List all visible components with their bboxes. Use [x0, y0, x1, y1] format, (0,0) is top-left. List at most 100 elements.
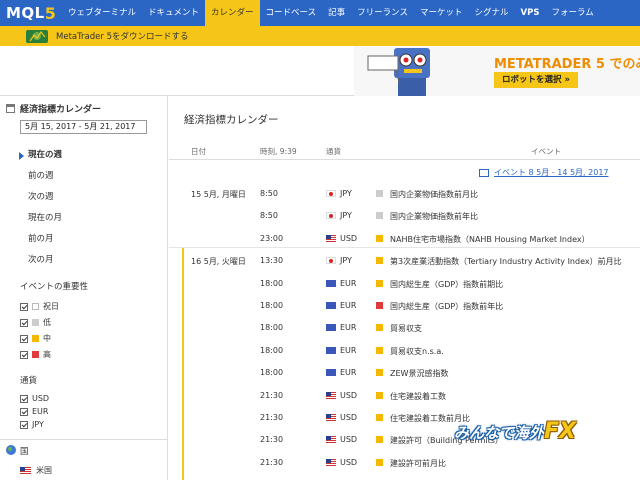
importance-label: 低	[43, 318, 51, 327]
row-event: 国内総生産（GDP）指数前年比	[390, 302, 504, 311]
row-time: 21:30	[260, 413, 284, 422]
top-nav: MQL 5 ウェブターミナル ドキュメント カレンダー コードベース 記事 フリーランス マー…	[0, 0, 640, 26]
row-currency: JPY	[340, 189, 352, 198]
nav-item[interactable]: コードベース	[260, 0, 323, 26]
back-arrow-icon	[479, 168, 489, 177]
period-next-month[interactable]: 次の月	[28, 253, 54, 265]
nav-item[interactable]: マーケット	[414, 0, 469, 26]
date-range-input[interactable]: 5月 15, 2017 - 5月 21, 2017	[20, 120, 147, 134]
col-currency[interactable]: 通貨	[326, 146, 341, 157]
col-event[interactable]: イベント	[531, 146, 561, 157]
row-currency: EUR	[340, 368, 357, 378]
col-date[interactable]: 日付	[191, 146, 206, 157]
eu-flag-icon	[326, 369, 336, 377]
promo-banner[interactable]: METATRADER 5 でのみ ロボットを選択 »	[354, 46, 640, 96]
row-event: 住宅建設着工数	[390, 391, 446, 401]
watermark-text: みんなで海外FX	[454, 419, 576, 444]
currency-eur[interactable]: EUR	[20, 407, 48, 416]
importance-high[interactable]: 高	[20, 349, 51, 360]
importance-medium[interactable]: 中	[20, 333, 51, 344]
watermark-main: みんなで海外	[454, 424, 545, 442]
nav-item[interactable]: シグナル	[469, 0, 515, 26]
importance-holiday[interactable]: 祝日	[20, 301, 59, 312]
nav-item[interactable]: フリーランス	[351, 0, 414, 26]
nav-items: ウェブターミナル ドキュメント カレンダー コードベース 記事 フリーランス マーケット シグ…	[62, 0, 600, 26]
jp-flag-icon	[326, 212, 336, 220]
table-row[interactable]: 16 5月, 火曜日 13:30 JPY 第3次産業活動指数（Tertiary Ind…	[169, 249, 640, 271]
period-current-month[interactable]: 現在の月	[28, 211, 62, 223]
table-row[interactable]: 18:00 EUR 貿易収支n.s.a.	[169, 339, 640, 361]
eu-flag-icon	[326, 324, 336, 332]
table-row[interactable]: 18:00 EUR 国内総生産（GDP）指数前期比	[169, 272, 640, 294]
row-time: 18:00	[260, 301, 284, 310]
currency-label: USD	[32, 394, 50, 403]
col-time[interactable]: 時刻, 9:39	[260, 146, 297, 157]
country-heading: 国	[20, 447, 29, 457]
previous-events-link[interactable]: イベント 8 5月 - 14 5月, 2017	[479, 167, 609, 178]
mql5-logo[interactable]: MQL 5	[0, 0, 62, 26]
row-currency: USD	[340, 435, 358, 445]
checkbox-icon[interactable]	[20, 350, 28, 359]
table-row[interactable]: 15 5月, 月曜日 8:50 JPY 国内企業物価指数前月比	[169, 182, 640, 204]
row-time: 18:00	[260, 278, 284, 288]
checkbox-icon[interactable]	[20, 394, 28, 403]
period-previous-week[interactable]: 前の週	[28, 169, 54, 181]
nav-item[interactable]: ウェブターミナル	[62, 0, 142, 26]
country-us[interactable]: 米国	[20, 465, 52, 476]
row-currency: EUR	[340, 278, 357, 288]
row-event: 国内企業物価指数前月比	[390, 190, 478, 199]
currency-usd[interactable]: USD	[20, 394, 49, 403]
calendar-icon	[6, 104, 15, 113]
table-row[interactable]: 21:30 USD 建設許可前月比	[169, 451, 640, 473]
logo-number: 5	[44, 3, 56, 23]
importance-indicator	[376, 436, 383, 444]
importance-indicator	[376, 190, 383, 197]
table-row[interactable]: 23:00 USD NAHB住宅市場指数（NAHB Housing Market I…	[169, 227, 640, 249]
table-row[interactable]: 8:50 JPY 国内企業物価指数前年比	[169, 204, 640, 226]
row-event: 国内総生産（GDP）指数前期比	[390, 279, 504, 289]
row-event: 第3次産業活動指数（Tertiary Industry Activity Ind…	[390, 257, 622, 267]
checkbox-icon[interactable]	[20, 420, 28, 429]
us-flag-icon	[326, 414, 336, 421]
sidebar-divider	[0, 439, 168, 440]
table-row[interactable]: 21:30 USD 住宅建設着工数	[169, 384, 640, 406]
row-time: 18:00	[260, 345, 284, 355]
row-currency: JPY	[340, 256, 352, 266]
download-link[interactable]: MetaTrader 5をダウンロードする	[56, 30, 188, 42]
select-robot-button[interactable]: ロボットを選択 »	[494, 72, 578, 88]
row-time: 21:30	[260, 435, 284, 445]
nav-item[interactable]: 記事	[322, 0, 351, 26]
checkbox-icon[interactable]	[20, 318, 28, 327]
currency-jpy[interactable]: JPY	[20, 420, 44, 429]
row-event: 建設許可前月比	[390, 458, 446, 468]
banner-title: METATRADER 5 でのみ	[494, 57, 640, 72]
previous-events-label: イベント 8 5月 - 14 5月, 2017	[494, 168, 609, 177]
currency-heading: 通貨	[20, 376, 38, 386]
period-current-week[interactable]: 現在の週	[28, 148, 62, 160]
checkbox-icon[interactable]	[20, 407, 28, 416]
us-flag-icon	[20, 467, 31, 474]
download-strip[interactable]: MetaTrader 5をダウンロードする	[0, 26, 640, 46]
globe-icon	[6, 445, 16, 455]
page-title: 経済指標カレンダー	[184, 114, 279, 126]
nav-item[interactable]: カレンダー	[205, 0, 260, 26]
period-previous-month[interactable]: 前の月	[28, 232, 54, 244]
importance-indicator	[376, 212, 383, 220]
table-row[interactable]: 18:00 EUR 国内総生産（GDP）指数前年比	[169, 294, 640, 316]
row-currency: USD	[340, 233, 358, 243]
period-next-week[interactable]: 次の週	[28, 190, 54, 202]
importance-indicator	[376, 369, 383, 377]
nav-item[interactable]: VPS	[515, 0, 546, 26]
importance-low[interactable]: 低	[20, 317, 51, 328]
checkbox-icon[interactable]	[20, 334, 28, 343]
table-row[interactable]: 18:00 EUR 貿易収支	[169, 316, 640, 338]
sidebar-title-text: 経済指標カレンダー	[20, 105, 102, 115]
importance-indicator	[376, 414, 383, 421]
nav-item[interactable]: フォーラム	[545, 0, 599, 26]
checkbox-icon[interactable]	[20, 302, 28, 311]
nav-item[interactable]: ドキュメント	[142, 0, 205, 26]
importance-swatch	[32, 351, 39, 358]
table-row[interactable]: 18:00 EUR ZEW景況感指数	[169, 361, 640, 383]
current-day-marker	[182, 248, 184, 480]
row-event: ZEW景況感指数	[390, 369, 449, 379]
